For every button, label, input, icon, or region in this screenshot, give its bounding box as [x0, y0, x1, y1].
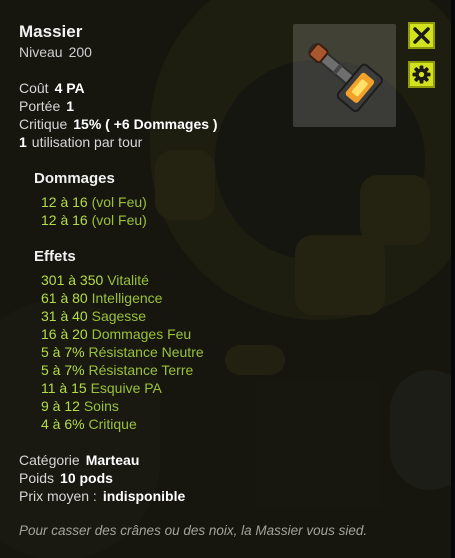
stat-value: 15% ( +6 Dommages ) [73, 116, 218, 132]
gear-icon [412, 65, 431, 84]
item-level: Niveau 200 [19, 44, 92, 60]
settings-button[interactable] [408, 61, 435, 88]
info-value: Marteau [85, 452, 140, 468]
stat-uses-per-turn: 1 utilisation par tour [19, 134, 142, 150]
effect-line: 5 à 7% Résistance Terre [41, 362, 193, 378]
damage-range: 12 à 16 [41, 194, 88, 210]
effect-range: 5 à 7% [41, 344, 85, 360]
effect-text: Critique [88, 416, 137, 432]
effect-text: Résistance Terre [88, 362, 194, 378]
effect-line: 61 à 80 Intelligence [41, 290, 162, 306]
stat-cost: Coût 4 PA [19, 80, 85, 96]
effect-range: 5 à 7% [41, 362, 85, 378]
info-value: indisponible [102, 488, 186, 504]
item-description: Pour casser des crânes ou des noix, la M… [19, 523, 368, 538]
stat-label: Portée [19, 98, 61, 114]
effect-text: Résistance Neutre [88, 344, 204, 360]
effect-range: 61 à 80 [41, 290, 88, 306]
effect-line: 4 à 6% Critique [41, 416, 137, 432]
effect-text: Dommages Feu [91, 326, 192, 342]
effect-text: Esquive PA [90, 380, 162, 396]
effect-text: Vitalité [107, 272, 149, 288]
effect-line: 5 à 7% Résistance Neutre [41, 344, 204, 360]
effect-text: Intelligence [91, 290, 163, 306]
stat-critical: Critique 15% ( +6 Dommages ) [19, 116, 218, 132]
info-value: 10 pods [60, 470, 113, 486]
stat-value: 1 [19, 134, 27, 150]
effect-range: 11 à 15 [41, 380, 87, 396]
damages-title: Dommages [34, 170, 115, 187]
stat-value: 4 PA [54, 80, 85, 96]
close-button[interactable] [408, 22, 435, 49]
level-label: Niveau [19, 44, 63, 60]
stat-label: Coût [19, 80, 49, 96]
effect-line: 301 à 350 Vitalité [41, 272, 149, 288]
damage-line: 12 à 16 (vol Feu) [41, 212, 147, 228]
effect-range: 301 à 350 [41, 272, 104, 288]
damage-text: (vol Feu) [91, 194, 147, 210]
info-weight: Poids 10 pods [19, 470, 113, 486]
effect-range: 31 à 40 [41, 308, 88, 324]
stat-value: 1 [66, 98, 75, 114]
close-icon [413, 27, 430, 44]
stat-label: Critique [19, 116, 68, 132]
item-name: Massier [19, 22, 83, 41]
effect-line: 11 à 15 Esquive PA [41, 380, 162, 396]
info-label: Poids [19, 470, 55, 486]
info-average-price: Prix moyen : indisponible [19, 488, 185, 504]
effect-text: Soins [83, 398, 119, 414]
info-label: Prix moyen : [19, 488, 97, 504]
effect-line: 31 à 40 Sagesse [41, 308, 146, 324]
info-label: Catégorie [19, 452, 80, 468]
damage-text: (vol Feu) [91, 212, 147, 228]
level-value: 200 [68, 44, 92, 60]
scrollbar[interactable] [451, 0, 455, 558]
effect-range: 9 à 12 [41, 398, 80, 414]
effect-line: 9 à 12 Soins [41, 398, 119, 414]
effect-range: 16 à 20 [41, 326, 88, 342]
effects-title: Effets [34, 248, 76, 265]
effect-range: 4 à 6% [41, 416, 85, 432]
effect-text: Sagesse [91, 308, 147, 324]
hammer-mallet-icon [308, 43, 384, 113]
stat-label: utilisation par tour [31, 134, 143, 150]
info-category: Catégorie Marteau [19, 452, 139, 468]
effect-line: 16 à 20 Dommages Feu [41, 326, 191, 342]
damage-range: 12 à 16 [41, 212, 88, 228]
item-icon-frame [293, 24, 396, 127]
stat-range: Portée 1 [19, 98, 74, 114]
damage-line: 12 à 16 (vol Feu) [41, 194, 147, 210]
